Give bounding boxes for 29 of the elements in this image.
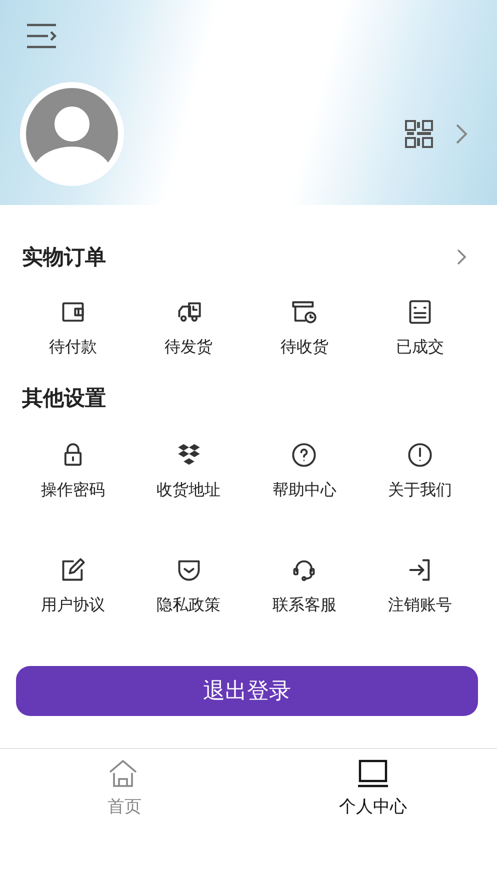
- menu-button[interactable]: [26, 22, 58, 50]
- order-status-label[interactable]: 待发货: [164, 337, 213, 358]
- chevron-right-icon: [455, 123, 469, 145]
- laptop-icon: [356, 759, 389, 789]
- order-status-label[interactable]: 已成交: [396, 337, 444, 358]
- section-title: 实物订单: [22, 244, 106, 271]
- document-icon: [407, 299, 434, 325]
- order-status-label[interactable]: 待付款: [48, 337, 97, 358]
- tab[interactable]: 首页: [0, 749, 248, 883]
- settings-label[interactable]: 操作密码: [40, 480, 105, 501]
- box-clock-icon: [291, 299, 318, 325]
- tab[interactable]: 个人中心: [248, 749, 497, 883]
- help-icon: [291, 442, 318, 468]
- order-status-label[interactable]: 待收货: [280, 337, 328, 358]
- edit-icon: [60, 557, 86, 583]
- settings-label[interactable]: 帮助中心: [272, 480, 336, 501]
- info-icon: [407, 442, 434, 468]
- settings-label[interactable]: 关于我们: [388, 480, 452, 501]
- settings-label[interactable]: 注销账号: [388, 595, 452, 616]
- chevron-right-icon: [456, 248, 468, 266]
- settings-label[interactable]: 联系客服: [272, 595, 336, 616]
- menu-icon: [26, 22, 58, 50]
- settings-label[interactable]: 收货地址: [156, 480, 221, 501]
- section-title: 其他设置: [22, 385, 106, 412]
- settings-label[interactable]: 用户协议: [40, 595, 105, 616]
- avatar-icon: [18, 80, 126, 188]
- logout-button[interactable]: 退出登录: [16, 666, 478, 716]
- settings-label[interactable]: 隐私政策: [156, 595, 221, 616]
- qr-code-icon: [405, 120, 433, 148]
